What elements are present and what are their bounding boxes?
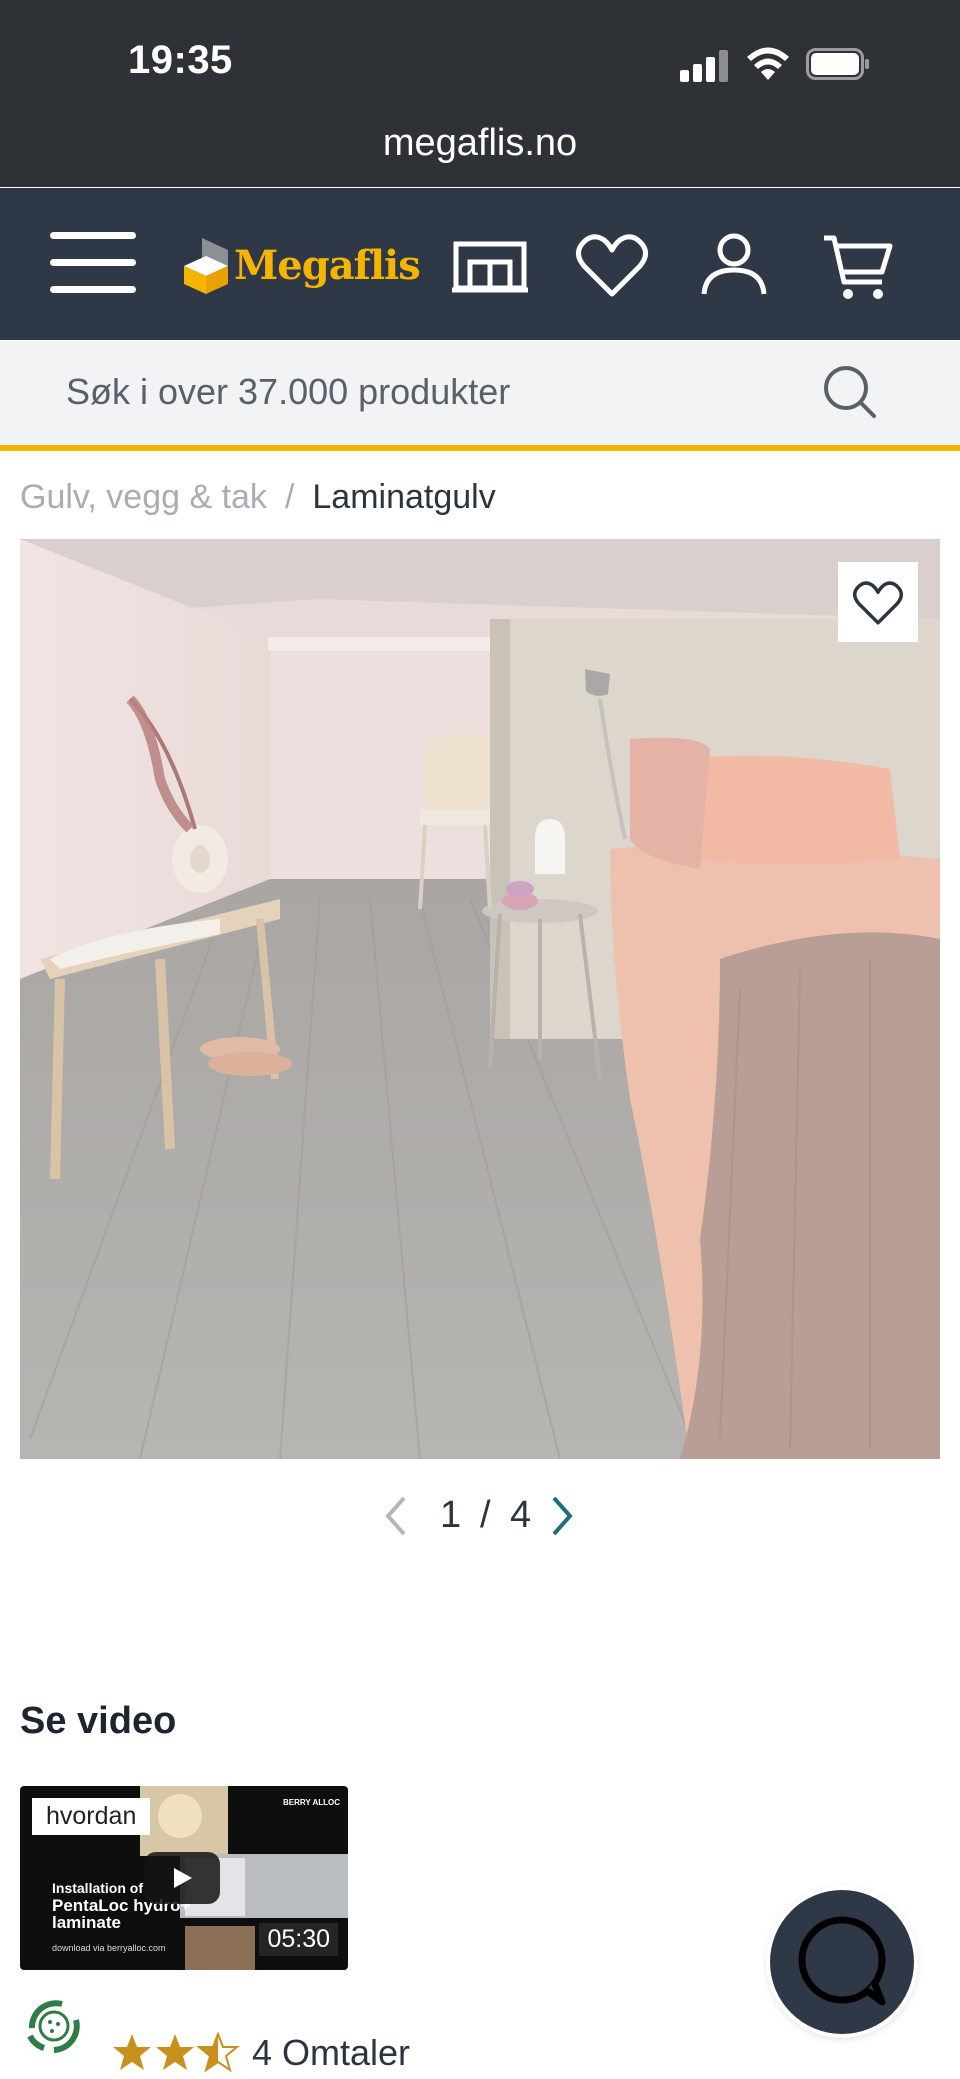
logo-mark-icon — [184, 238, 228, 294]
product-photo-illustration — [20, 539, 940, 1459]
wishlist-button[interactable] — [838, 562, 918, 642]
star-half-icon — [196, 2032, 240, 2072]
search-input[interactable]: Søk i over 37.000 produkter — [66, 371, 510, 413]
chevron-right-icon[interactable] — [548, 1494, 578, 1538]
recycle-icon — [27, 2000, 80, 2053]
heart-outline-icon — [853, 581, 903, 625]
play-button[interactable] — [144, 1852, 220, 1904]
gallery-total: 4 — [510, 1494, 532, 1536]
video-tag: hvordan — [32, 1798, 151, 1835]
video-duration: 05:30 — [259, 1923, 338, 1956]
rating-stars — [113, 2032, 240, 2072]
address-bar[interactable]: megaflis.no — [0, 122, 960, 165]
store-icon[interactable] — [450, 226, 530, 306]
menu-icon[interactable] — [50, 232, 136, 294]
cellular-signal-icon — [680, 48, 730, 82]
chat-button[interactable] — [770, 1890, 914, 2034]
video-brand: BERRY ALLOC — [282, 1798, 340, 1807]
chat-icon — [798, 1916, 886, 2006]
search-bar[interactable]: Søk i over 37.000 produkter — [0, 341, 960, 451]
cart-icon[interactable] — [818, 226, 898, 306]
breadcrumb-current: Laminatgulv — [312, 478, 496, 516]
user-icon[interactable] — [694, 226, 774, 306]
logo[interactable]: Megaflis — [180, 232, 421, 300]
battery-icon — [806, 48, 869, 80]
video-section-title: Se video — [20, 1700, 177, 1742]
video-title-line3: laminate — [52, 1913, 121, 1932]
heart-icon[interactable] — [572, 226, 652, 306]
gallery-current: 1 — [440, 1494, 462, 1536]
chevron-left-icon[interactable] — [380, 1494, 410, 1538]
logo-text: Megaflis — [234, 242, 421, 289]
search-icon[interactable] — [820, 362, 880, 422]
gallery-pager: 1 / 4 — [380, 1488, 580, 1548]
product-image[interactable] — [20, 539, 940, 1459]
gallery-separator: / — [480, 1494, 491, 1536]
star-icon — [156, 2034, 194, 2070]
video-thumbnail[interactable]: hvordan BERRY ALLOC Installation of Pent… — [20, 1786, 348, 1970]
play-icon — [174, 1868, 192, 1888]
reviews-link[interactable]: 4 Omtaler — [252, 2032, 410, 2074]
status-time: 19:35 — [128, 38, 233, 82]
breadcrumb: Gulv, vegg & tak / Laminatgulv — [20, 478, 496, 517]
breadcrumb-parent[interactable]: Gulv, vegg & tak — [20, 478, 267, 516]
breadcrumb-separator: / — [284, 478, 295, 516]
video-caption: download via berryalloc.com — [52, 1943, 166, 1953]
wifi-icon — [747, 47, 789, 80]
star-icon — [113, 2034, 151, 2070]
browser-chrome: 19:35 megaflis.no — [0, 0, 960, 187]
